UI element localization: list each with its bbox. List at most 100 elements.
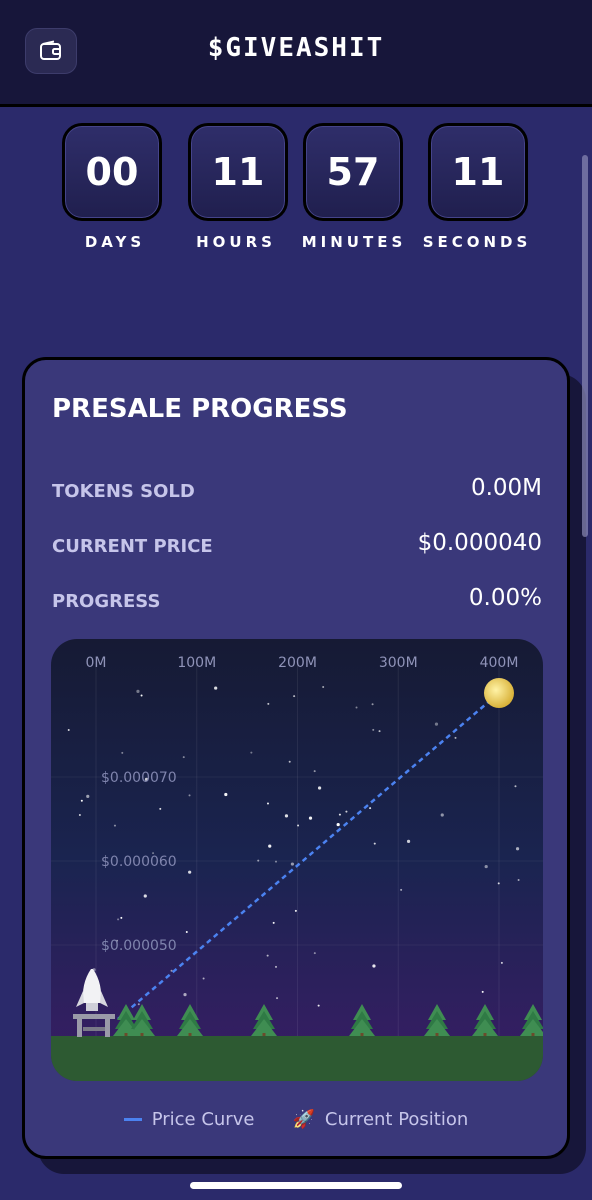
y-tick-label: $0.000050: [101, 938, 177, 954]
top-bar: $GIVEASHIT: [0, 0, 592, 107]
star: [214, 686, 218, 690]
star: [345, 810, 348, 813]
star: [406, 839, 411, 843]
days-value: 00: [62, 123, 162, 221]
star: [440, 813, 444, 817]
star: [293, 695, 296, 698]
star: [497, 882, 500, 885]
star: [308, 816, 313, 820]
star: [121, 751, 124, 754]
price-curve-chart: 0M 100M 200M 300M 400M $0.000050 $0.000060 $0.…: [51, 639, 543, 1081]
star: [136, 689, 140, 693]
ground: [51, 1036, 543, 1081]
seconds-value: 11: [428, 123, 528, 221]
star: [266, 802, 269, 805]
star: [188, 870, 192, 874]
chart-svg: 0M 100M 200M 300M 400M $0.000050 $0.000060 $0.…: [51, 639, 543, 1081]
star: [481, 990, 484, 993]
star: [317, 1004, 320, 1007]
star: [268, 844, 272, 848]
hours-value: 11: [188, 123, 288, 221]
scrollbar[interactable]: [582, 155, 588, 537]
presale-card: PRESALE PROGRESS TOKENS SOLD 0.00M CURRE…: [22, 357, 570, 1159]
star: [183, 993, 187, 997]
star: [224, 792, 228, 797]
star: [313, 952, 316, 955]
star: [517, 879, 520, 882]
star: [67, 728, 70, 731]
star: [159, 807, 162, 810]
presale-title: PRESALE PROGRESS: [52, 394, 348, 424]
star: [313, 770, 316, 773]
star: [514, 785, 517, 788]
star: [86, 794, 90, 798]
star: [266, 954, 269, 957]
star: [372, 964, 376, 968]
star: [143, 894, 147, 898]
stat-tokens-sold: TOKENS SOLD 0.00M: [52, 475, 542, 505]
star: [274, 860, 277, 863]
star: [202, 977, 205, 980]
star: [267, 702, 270, 705]
star: [275, 965, 278, 968]
star: [484, 864, 488, 869]
star: [140, 694, 143, 697]
star: [185, 930, 188, 933]
legend-price-curve: Price Curve: [151, 1108, 255, 1130]
star: [113, 824, 116, 827]
star: [454, 736, 457, 739]
hours-label: HOURS: [196, 233, 276, 251]
y-tick-label: $0.000060: [101, 854, 177, 870]
minutes-label: MINUTES: [301, 233, 407, 251]
legend-line-swatch: [123, 1117, 142, 1121]
star: [188, 794, 191, 797]
star: [297, 824, 300, 827]
star: [322, 685, 325, 688]
legend-current-position: Current Position: [324, 1108, 469, 1130]
minutes-value: 57: [303, 123, 403, 221]
star: [338, 813, 341, 816]
star: [355, 706, 358, 709]
star: [257, 859, 260, 862]
star: [250, 751, 253, 754]
stat-value: 0.00M: [470, 475, 542, 501]
star: [276, 997, 279, 1000]
star: [434, 722, 439, 726]
rocket-legend-icon: 🚀: [292, 1108, 315, 1130]
x-tick-label: 100M: [177, 655, 216, 671]
stat-value: $0.000040: [417, 530, 542, 556]
chart-legend: Price Curve 🚀 Current Position: [25, 1106, 567, 1132]
star: [369, 807, 372, 810]
stat-label: PROGRESS: [52, 591, 161, 612]
star: [336, 822, 340, 827]
star: [137, 1003, 140, 1006]
star: [284, 814, 289, 818]
x-tick-label: 400M: [480, 655, 519, 671]
x-tick-label: 200M: [278, 655, 317, 671]
star: [371, 703, 374, 706]
x-tick-label: 0M: [86, 655, 107, 671]
star: [373, 842, 376, 845]
x-tick-label: 300M: [379, 655, 418, 671]
stat-label: TOKENS SOLD: [52, 481, 195, 502]
seconds-label: SECONDS: [422, 233, 532, 251]
app-title: $GIVEASHIT: [207, 33, 385, 63]
stat-progress: PROGRESS 0.00%: [52, 585, 542, 615]
star: [400, 888, 403, 891]
star: [117, 918, 120, 921]
stat-value: 0.00%: [468, 585, 542, 611]
star: [372, 728, 375, 731]
star: [317, 786, 322, 790]
countdown-timer: 00 11 57 11 DAYS HOURS MINUTES SECONDS: [0, 123, 592, 263]
stat-label: CURRENT PRICE: [52, 536, 213, 557]
star: [378, 730, 381, 733]
star: [294, 909, 297, 912]
star: [288, 760, 291, 763]
star: [500, 961, 503, 964]
y-tick-label: $0.000070: [101, 770, 177, 786]
home-indicator[interactable]: [190, 1182, 402, 1189]
star: [290, 862, 294, 866]
stat-current-price: CURRENT PRICE $0.000040: [52, 530, 542, 560]
star: [182, 756, 185, 759]
star: [120, 916, 123, 919]
